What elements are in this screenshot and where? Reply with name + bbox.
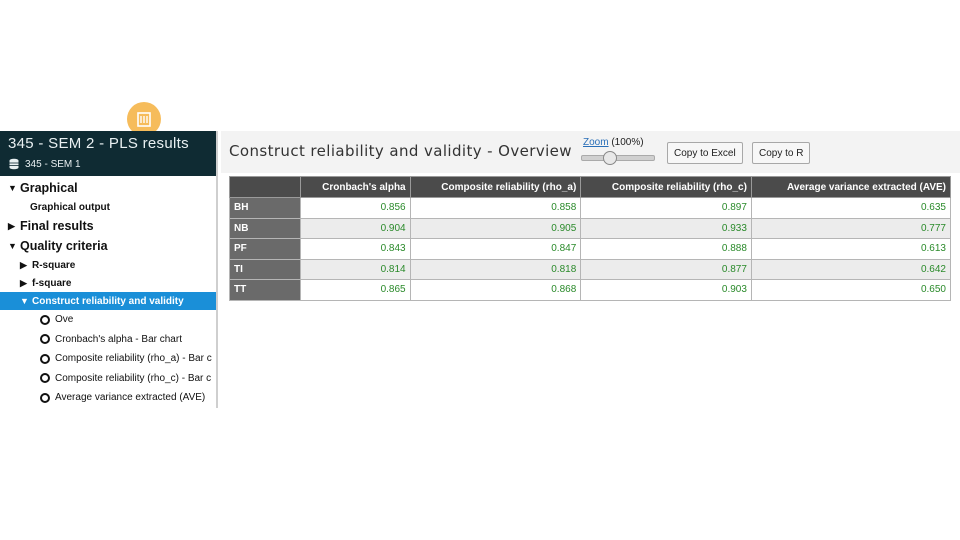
radio-label: Composite reliability (rho_a) - Bar c — [55, 353, 212, 365]
table-row: NB 0.904 0.905 0.933 0.777 — [229, 217, 952, 239]
tree-item-r-square[interactable]: ▶ R-square — [0, 256, 216, 274]
page-title: Construct reliability and validity - Ove… — [229, 142, 572, 160]
table-cell[interactable]: 0.903 — [580, 279, 752, 301]
tree-label: R-square — [32, 259, 76, 271]
results-table: Cronbach's alpha Composite reliability (… — [229, 176, 952, 301]
table-row: PF 0.843 0.847 0.888 0.613 — [229, 238, 952, 260]
table-cell[interactable]: 0.642 — [750, 258, 952, 280]
column-header: Average variance extracted (AVE) — [750, 176, 952, 198]
caret-down-icon: ▼ — [20, 296, 29, 306]
tree-label: Graphical output — [30, 201, 110, 213]
table-cell[interactable]: 0.933 — [580, 217, 752, 239]
zoom-slider[interactable] — [581, 151, 655, 165]
database-icon — [9, 158, 19, 170]
radio-ave[interactable]: Average variance extracted (AVE) — [0, 388, 216, 408]
column-header — [229, 176, 301, 198]
radio-overview[interactable]: Ove — [0, 310, 216, 330]
table-row: TI 0.814 0.818 0.877 0.642 — [229, 258, 952, 280]
tree-item-graphical[interactable]: ▼ Graphical — [0, 178, 216, 198]
radio-rho-a-bar-chart[interactable]: Composite reliability (rho_a) - Bar c — [0, 349, 216, 369]
results-navigator: 345 - SEM 2 - PLS results 345 - SEM 1 ▼ … — [0, 131, 218, 408]
radio-label: Ove — [55, 314, 74, 326]
zoom-control: Zoom (100%) — [583, 137, 644, 148]
model-name: 345 - SEM 1 — [25, 158, 81, 170]
zoom-link[interactable]: Zoom — [583, 137, 609, 148]
row-header: TI — [229, 258, 301, 280]
table-cell[interactable]: 0.635 — [750, 197, 952, 219]
table-cell[interactable]: 0.843 — [300, 238, 411, 260]
results-view: Construct reliability and validity - Ove… — [221, 131, 960, 306]
caret-down-icon: ▼ — [8, 183, 17, 193]
zoom-slider-thumb[interactable] — [603, 151, 617, 165]
caret-right-icon: ▶ — [20, 259, 27, 270]
radio-cronbach-bar-chart[interactable]: Cronbach's alpha - Bar chart — [0, 330, 216, 350]
tree-item-quality-criteria[interactable]: ▼ Quality criteria — [0, 236, 216, 256]
table-row: TT 0.865 0.868 0.903 0.650 — [229, 279, 952, 301]
row-header: TT — [229, 279, 301, 301]
column-header: Composite reliability (rho_a) — [409, 176, 582, 198]
tree-label: f-square — [32, 277, 72, 289]
table-cell[interactable]: 0.856 — [300, 197, 411, 219]
table-cell[interactable]: 0.613 — [750, 238, 952, 260]
tree-label: Quality criteria — [20, 239, 108, 253]
radio-label: Average variance extracted (AVE) — [55, 392, 206, 404]
table-cell[interactable]: 0.818 — [409, 258, 582, 280]
caret-right-icon: ▶ — [20, 277, 27, 288]
table-cell[interactable]: 0.897 — [580, 197, 752, 219]
tree-label: Graphical — [20, 181, 78, 195]
column-header: Cronbach's alpha — [300, 176, 411, 198]
radio-label: Composite reliability (rho_c) - Bar c — [55, 372, 212, 384]
zoom-value: (100%) — [611, 137, 644, 148]
table-cell[interactable]: 0.904 — [300, 217, 411, 239]
results-title: 345 - SEM 2 - PLS results — [8, 135, 189, 152]
navigator-header: 345 - SEM 2 - PLS results 345 - SEM 1 — [0, 131, 216, 176]
caret-right-icon: ▶ — [8, 220, 15, 231]
row-header: NB — [229, 217, 301, 239]
row-header: BH — [229, 197, 301, 219]
table-cell[interactable]: 0.905 — [409, 217, 582, 239]
row-header: PF — [229, 238, 301, 260]
column-header: Composite reliability (rho_c) — [580, 176, 752, 198]
tree-item-f-square[interactable]: ▶ f-square — [0, 274, 216, 292]
tree-item-final-results[interactable]: ▶ Final results — [0, 216, 216, 236]
radio-rho-c-bar-chart[interactable]: Composite reliability (rho_c) - Bar c — [0, 369, 216, 389]
copy-to-r-button[interactable]: Copy to R — [752, 142, 811, 164]
radio-label: Cronbach's alpha - Bar chart — [55, 333, 182, 345]
table-cell[interactable]: 0.888 — [580, 238, 752, 260]
tree-item-construct-reliability[interactable]: ▼ Construct reliability and validity — [0, 292, 216, 310]
table-row: BH 0.856 0.858 0.897 0.635 — [229, 197, 952, 219]
table-cell[interactable]: 0.865 — [300, 279, 411, 301]
radio-button[interactable] — [40, 314, 50, 325]
table-cell[interactable]: 0.650 — [750, 279, 952, 301]
building-icon — [137, 112, 151, 127]
table-header-row: Cronbach's alpha Composite reliability (… — [229, 176, 952, 198]
caret-down-icon: ▼ — [8, 241, 17, 251]
radio-button[interactable] — [40, 334, 50, 345]
table-cell[interactable]: 0.868 — [409, 279, 582, 301]
table-cell[interactable]: 0.814 — [300, 258, 411, 280]
tree-label: Final results — [20, 219, 94, 233]
table-cell[interactable]: 0.847 — [409, 238, 582, 260]
tree-label: Construct reliability and validity — [32, 295, 184, 307]
results-tree: ▼ Graphical Graphical output ▶ Final res… — [0, 176, 216, 408]
copy-to-excel-button[interactable]: Copy to Excel — [667, 142, 743, 164]
model-label[interactable]: 345 - SEM 1 — [8, 158, 208, 170]
table-cell[interactable]: 0.877 — [580, 258, 752, 280]
radio-button[interactable] — [40, 392, 50, 403]
radio-button[interactable] — [40, 353, 50, 364]
table-cell[interactable]: 0.777 — [750, 217, 952, 239]
tree-item-graphical-output[interactable]: Graphical output — [0, 198, 216, 216]
table-cell[interactable]: 0.858 — [409, 197, 582, 219]
radio-button[interactable] — [40, 373, 50, 384]
view-header: Construct reliability and validity - Ove… — [221, 131, 960, 173]
